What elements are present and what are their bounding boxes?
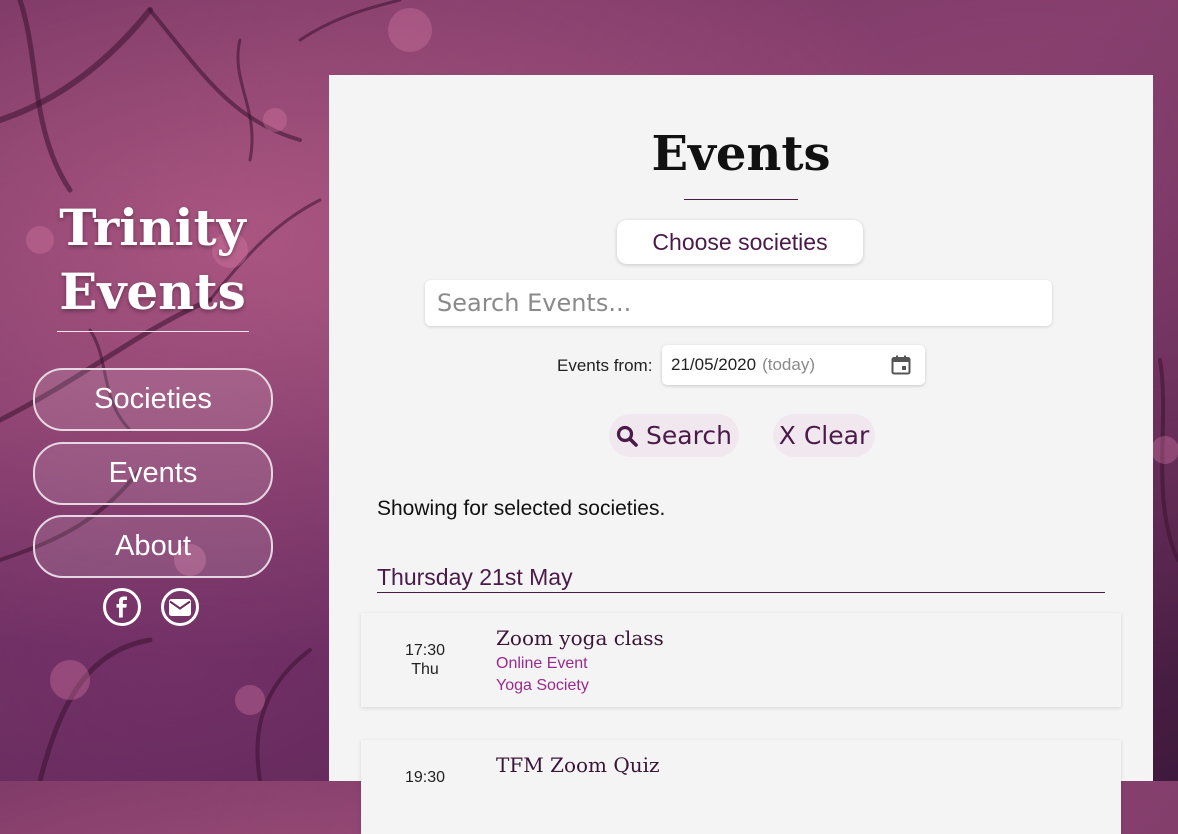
page-title: Events (651, 126, 831, 182)
search-input[interactable] (425, 280, 1052, 326)
facebook-link[interactable] (103, 588, 141, 626)
day-divider (377, 592, 1105, 593)
site-title[interactable]: Trinity Events (0, 196, 305, 324)
nav-events-button[interactable]: Events (33, 442, 273, 505)
nav-societies-button[interactable]: Societies (33, 368, 273, 431)
main-panel: Events Choose societies Events from: 21/… (329, 75, 1153, 834)
event-time: 17:30 Thu (361, 641, 489, 679)
event-day-value: Thu (411, 661, 439, 678)
calendar-icon[interactable] (891, 355, 911, 375)
search-icon (616, 425, 638, 447)
clear-button[interactable]: X Clear (773, 414, 875, 457)
sidebar: Trinity Events Societies Events About (0, 0, 305, 781)
events-from-label: Events from: (557, 356, 653, 375)
event-time: 19:30 (361, 768, 489, 787)
showing-text: Showing for selected societies. (377, 497, 666, 520)
event-title[interactable]: TFM Zoom Quiz (496, 753, 660, 777)
site-title-line-1: Trinity (59, 198, 246, 257)
date-picker[interactable]: 21/05/2020 (today) (662, 345, 925, 385)
date-value: 21/05/2020 (671, 355, 757, 374)
event-society[interactable]: Yoga Society (496, 677, 589, 695)
search-button[interactable]: Search (609, 414, 739, 457)
brand-divider (57, 331, 249, 332)
email-link[interactable] (161, 588, 199, 626)
nav-about-button[interactable]: About (33, 515, 273, 578)
mail-icon (169, 598, 191, 616)
event-card[interactable]: 19:30 TFM Zoom Quiz (361, 740, 1121, 834)
event-time-value: 19:30 (404, 769, 446, 786)
facebook-icon (116, 596, 127, 618)
choose-societies-button[interactable]: Choose societies (617, 220, 863, 264)
event-card[interactable]: 17:30 Thu Zoom yoga class Online Event Y… (361, 613, 1121, 707)
event-location: Online Event (496, 655, 588, 672)
event-time-value: 17:30 (404, 642, 446, 659)
day-heading: Thursday 21st May (377, 564, 573, 590)
title-divider (684, 199, 798, 200)
site-title-line-2: Events (59, 262, 246, 321)
date-hint: (today) (762, 355, 816, 374)
search-button-label: Search (646, 421, 732, 450)
event-title[interactable]: Zoom yoga class (496, 626, 664, 650)
